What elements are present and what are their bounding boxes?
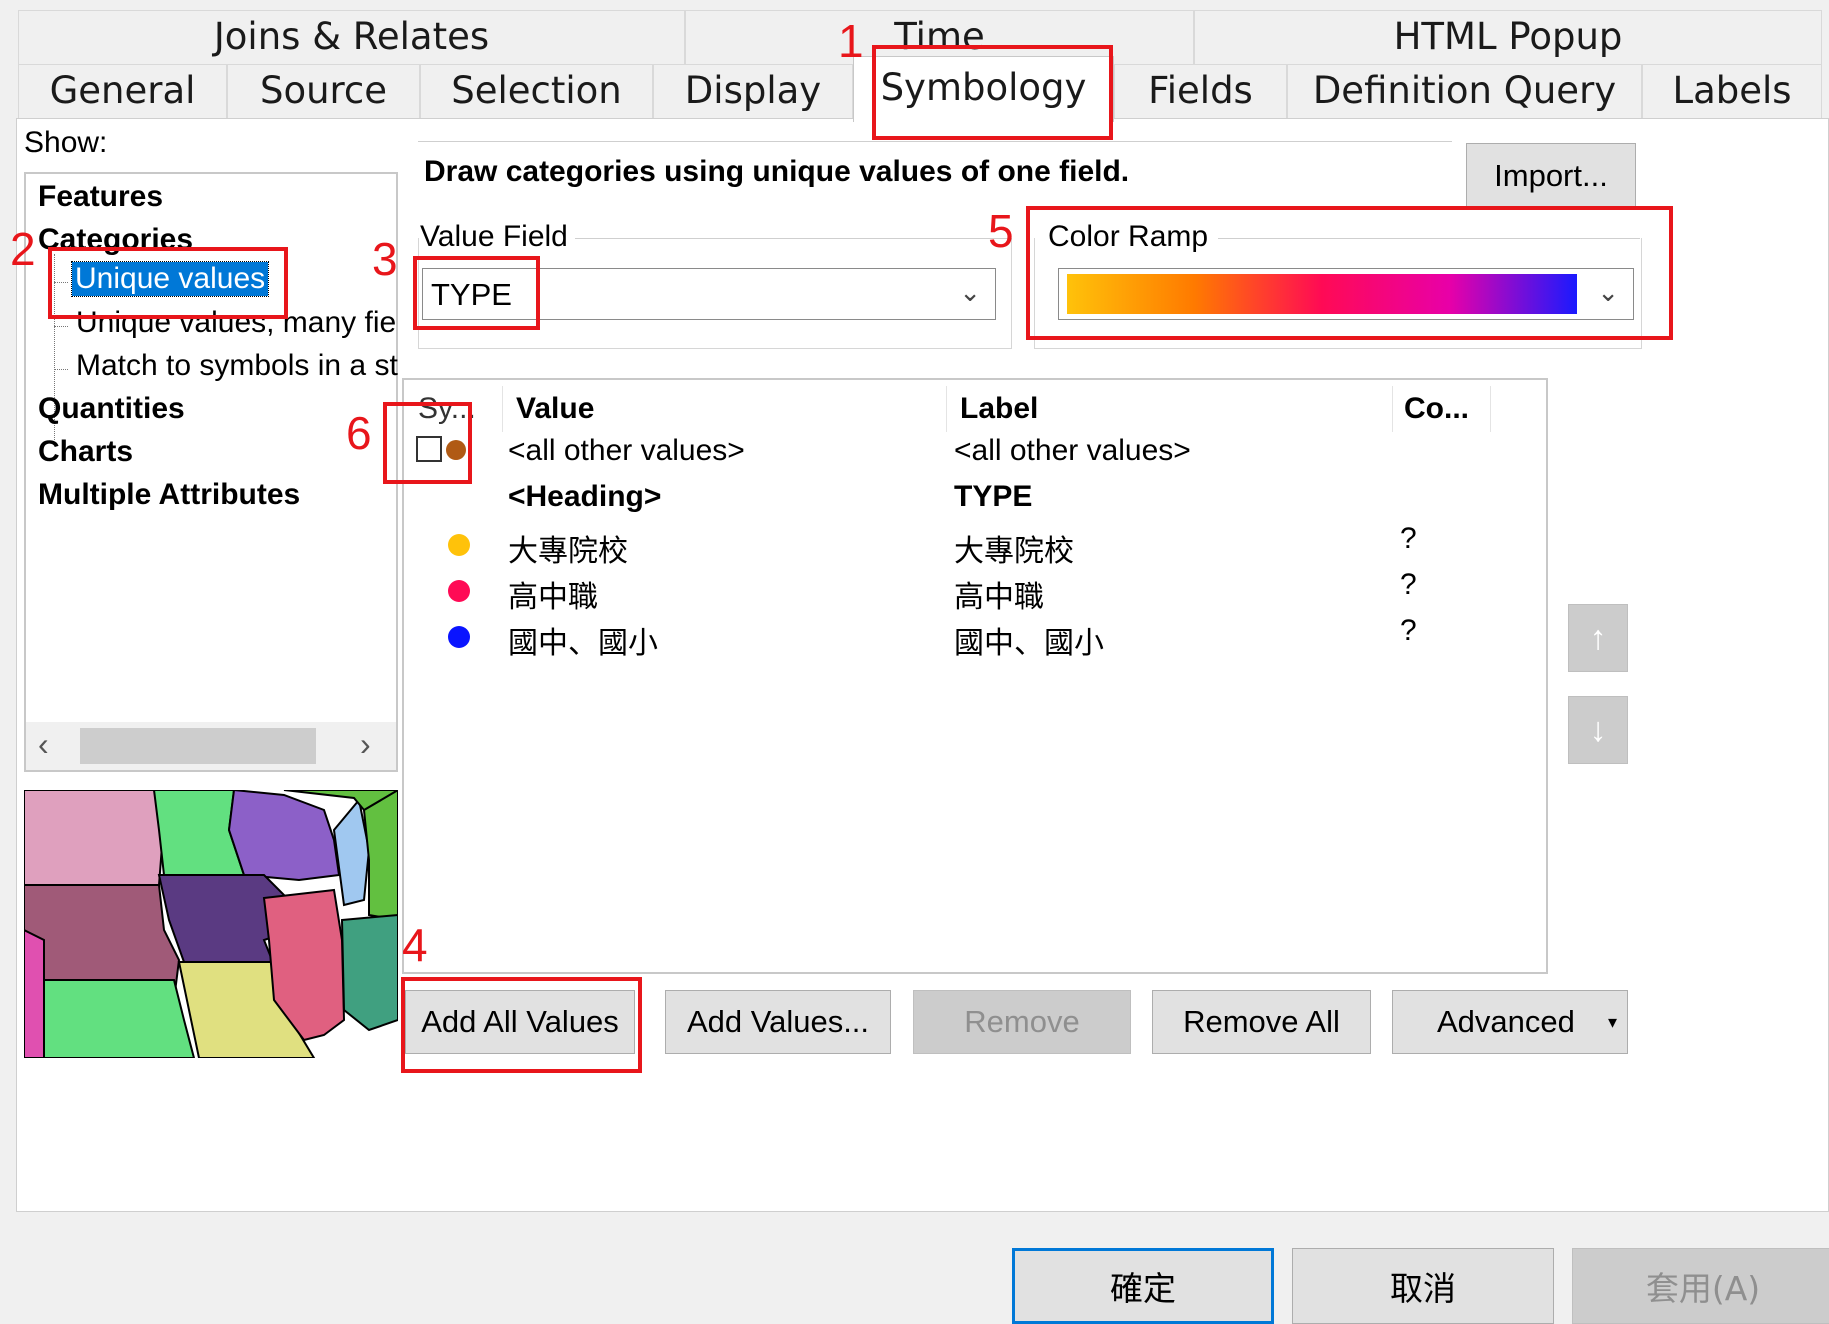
- tab-selection[interactable]: Selection: [420, 64, 653, 118]
- tree-charts[interactable]: Charts: [38, 435, 133, 469]
- annotation-number: 2: [10, 223, 36, 275]
- table-header-divider: [1392, 386, 1393, 432]
- tree-features[interactable]: Features: [38, 180, 163, 214]
- add-values-button[interactable]: Add Values...: [665, 990, 891, 1054]
- preview-map-image: [24, 790, 398, 1058]
- column-header-value[interactable]: Value: [516, 392, 594, 426]
- tab-labels[interactable]: Labels: [1642, 64, 1822, 118]
- table-row-heading-value[interactable]: <Heading>: [508, 480, 661, 514]
- table-row-label[interactable]: 高中職: [954, 572, 1044, 616]
- annotation-number: 6: [346, 407, 372, 459]
- annotation-number: 4: [402, 919, 428, 971]
- table-header-divider: [502, 386, 503, 432]
- annotation-number: 1: [838, 15, 864, 67]
- dialog-bottom-area: [0, 1212, 1829, 1316]
- move-down-button[interactable]: ↓: [1568, 696, 1628, 764]
- table-row-count[interactable]: ?: [1400, 522, 1417, 556]
- tree-match-to-symbols[interactable]: Match to symbols in a st: [76, 349, 398, 383]
- values-table[interactable]: Sy... Value Label Co... <all other value…: [402, 378, 1548, 974]
- annotation-box-unique-values: [48, 247, 288, 319]
- table-header-divider: [946, 386, 947, 432]
- tab-definition-query[interactable]: Definition Query: [1287, 64, 1642, 118]
- tab-fields[interactable]: Fields: [1114, 64, 1287, 118]
- annotation-box-symbology: [872, 45, 1113, 140]
- dropdown-arrow-icon: ▾: [1607, 1011, 1617, 1032]
- apply-button[interactable]: 套用(A): [1572, 1248, 1829, 1324]
- value-field-legend: Value Field: [420, 220, 568, 254]
- table-row-value[interactable]: 國中、國小: [508, 618, 658, 662]
- annotation-box-color-ramp: [1026, 206, 1673, 340]
- table-row-label[interactable]: <all other values>: [954, 434, 1191, 468]
- annotation-box-all-other-checkbox: [383, 402, 472, 484]
- annotation-box-add-all-values: [401, 977, 642, 1073]
- annotation-box-value-field: [413, 256, 540, 330]
- show-label: Show:: [24, 126, 108, 159]
- scroll-thumb[interactable]: [80, 728, 316, 764]
- symbol-dot-icon[interactable]: [448, 534, 470, 556]
- description-box: Draw categories using unique values of o…: [418, 141, 1452, 194]
- tab-joins-relates[interactable]: Joins & Relates: [18, 10, 685, 64]
- tree-connector: [54, 326, 68, 327]
- renderer-description: Draw categories using unique values of o…: [424, 155, 1130, 188]
- table-header-divider: [1490, 386, 1491, 432]
- tab-general[interactable]: General: [18, 64, 227, 118]
- tab-source[interactable]: Source: [227, 64, 420, 118]
- chevron-down-icon[interactable]: ⌄: [959, 277, 981, 308]
- import-button[interactable]: Import...: [1466, 143, 1636, 209]
- scroll-left-icon[interactable]: ‹: [38, 726, 49, 763]
- ok-button[interactable]: 確定: [1012, 1248, 1274, 1324]
- tree-quantities[interactable]: Quantities: [38, 392, 185, 426]
- remove-all-button[interactable]: Remove All: [1152, 990, 1371, 1054]
- tab-html-popup[interactable]: HTML Popup: [1194, 10, 1822, 64]
- tree-horizontal-scrollbar[interactable]: ‹ ›: [26, 722, 396, 770]
- tree-connector: [54, 369, 68, 370]
- value-field-group-line: [575, 238, 1010, 239]
- table-row-value[interactable]: 大專院校: [508, 526, 628, 570]
- table-row-value[interactable]: 高中職: [508, 572, 598, 616]
- advanced-button[interactable]: Advanced ▾: [1392, 990, 1628, 1054]
- move-up-button[interactable]: ↑: [1568, 604, 1628, 672]
- table-row-heading-label[interactable]: TYPE: [954, 480, 1032, 514]
- arrow-down-icon: ↓: [1589, 710, 1607, 749]
- annotation-number: 3: [372, 233, 398, 285]
- symbol-dot-icon[interactable]: [448, 580, 470, 602]
- advanced-label: Advanced: [1437, 1004, 1575, 1039]
- table-row-label[interactable]: 大專院校: [954, 526, 1074, 570]
- annotation-number: 5: [988, 205, 1014, 257]
- tree-multiple-attributes[interactable]: Multiple Attributes: [38, 478, 300, 512]
- scroll-right-icon[interactable]: ›: [360, 726, 371, 763]
- table-row-label[interactable]: 國中、國小: [954, 618, 1104, 662]
- arrow-up-icon: ↑: [1589, 618, 1607, 657]
- table-row-value[interactable]: <all other values>: [508, 434, 745, 468]
- tab-display[interactable]: Display: [653, 64, 853, 118]
- table-row-count[interactable]: ?: [1400, 614, 1417, 648]
- remove-button[interactable]: Remove: [913, 990, 1131, 1054]
- map-shapes: [24, 790, 398, 1058]
- column-header-count[interactable]: Co...: [1404, 392, 1469, 426]
- cancel-button[interactable]: 取消: [1292, 1248, 1554, 1324]
- table-row-count[interactable]: ?: [1400, 568, 1417, 602]
- symbol-dot-icon[interactable]: [448, 626, 470, 648]
- column-header-label[interactable]: Label: [960, 392, 1038, 426]
